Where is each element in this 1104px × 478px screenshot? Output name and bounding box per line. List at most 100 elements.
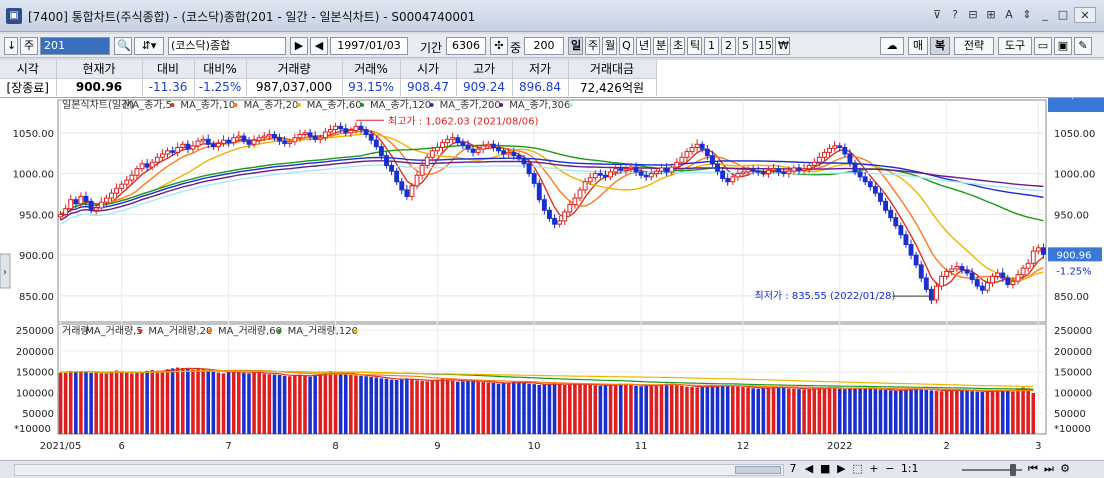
- candle-body: [236, 135, 242, 139]
- settings-icon[interactable]: ⚙: [1060, 462, 1070, 476]
- link-icon[interactable]: ✣: [490, 37, 508, 55]
- period-tab-9[interactable]: 2: [721, 37, 736, 55]
- volume-bar: [893, 390, 898, 434]
- stock-name-field[interactable]: (코스닥)종합: [168, 37, 286, 55]
- left-handle-icon: ›: [3, 267, 7, 278]
- volume-bar: [512, 381, 516, 434]
- close-button[interactable]: ✕: [1074, 7, 1096, 23]
- period-tab-3[interactable]: Q: [619, 37, 634, 55]
- resize-icon[interactable]: ⇕: [1020, 7, 1034, 23]
- volume-bar: [160, 371, 165, 434]
- folder-icon[interactable]: ▭: [1034, 37, 1052, 55]
- scrollbar-thumb[interactable]: [735, 466, 781, 474]
- volume-bar: [1016, 389, 1020, 434]
- period-tab-8[interactable]: 1: [704, 37, 719, 55]
- last-icon[interactable]: ⏭: [1044, 462, 1054, 476]
- candle-body: [149, 161, 155, 168]
- layout-icon[interactable]: ⊟: [966, 7, 980, 23]
- date-field[interactable]: 1997/01/03: [330, 37, 408, 55]
- compound-button[interactable]: 복: [930, 37, 950, 55]
- volume-bar: [1006, 390, 1010, 434]
- zoom-slider-knob[interactable]: [1010, 464, 1016, 476]
- maximize-button[interactable]: □: [1056, 7, 1070, 23]
- prev-icon[interactable]: ◀: [804, 462, 814, 475]
- period-tab-4[interactable]: 년: [636, 37, 651, 55]
- arrow-down-icon[interactable]: ↓: [4, 37, 18, 55]
- volume-bar: [680, 385, 684, 434]
- candle-body: [806, 164, 812, 170]
- play-icon[interactable]: ▶: [290, 37, 308, 55]
- period-tab-0[interactable]: 일: [568, 37, 583, 55]
- volume-bar: [481, 382, 486, 434]
- quote-value-0: [장종료]: [0, 78, 57, 96]
- volume-bar: [369, 377, 373, 434]
- next-icon[interactable]: ▶: [836, 462, 846, 475]
- buy-button[interactable]: 매: [908, 37, 928, 55]
- period-tab-2[interactable]: 월: [602, 37, 617, 55]
- cloud-icon[interactable]: ☁: [880, 37, 904, 55]
- period-field[interactable]: 6306: [446, 37, 486, 55]
- period-tab-12[interactable]: ₩: [775, 37, 790, 55]
- help-icon[interactable]: ?: [948, 7, 962, 23]
- sort-icon[interactable]: ⇵▾: [134, 37, 164, 55]
- font-icon[interactable]: A: [1002, 7, 1016, 23]
- seven-icon[interactable]: 7: [788, 462, 798, 475]
- wrench-icon[interactable]: ✎: [1074, 37, 1092, 55]
- tile-icon[interactable]: ⊞: [984, 7, 998, 23]
- candle-body: [699, 143, 705, 150]
- volume-bar: [242, 372, 246, 434]
- volume-legend-dot-1: [138, 329, 143, 333]
- quote-header-6: 시가: [400, 60, 457, 79]
- period-tab-6[interactable]: 초: [670, 37, 685, 55]
- volume-bar: [568, 384, 572, 434]
- candle-body: [597, 173, 603, 176]
- candle-body: [923, 277, 929, 290]
- volume-bar: [634, 385, 638, 434]
- zoom-out-icon[interactable]: −: [885, 462, 895, 475]
- volume-bar: [720, 384, 725, 434]
- candle-body: [984, 282, 990, 291]
- volume-bar: [715, 385, 720, 434]
- save-icon[interactable]: ▣: [1054, 37, 1072, 55]
- first-icon[interactable]: ⏮: [1028, 462, 1038, 476]
- period-tab-1[interactable]: 주: [585, 37, 600, 55]
- candle-body: [1030, 250, 1036, 264]
- back-icon[interactable]: ◀: [310, 37, 328, 55]
- period-tab-10[interactable]: 5: [738, 37, 753, 55]
- period-tab-7[interactable]: 틱: [687, 37, 702, 55]
- candle-body: [114, 187, 120, 194]
- price-chart[interactable]: ›850.00850.00900.00900.00950.00950.00100…: [0, 98, 1104, 460]
- period-tab-11[interactable]: 15: [755, 37, 773, 55]
- candle-body: [847, 153, 853, 164]
- candle-body: [944, 270, 950, 277]
- strategy-button[interactable]: 전략: [954, 37, 994, 55]
- price-tick-left: 1050.00: [13, 129, 54, 140]
- volume-bar: [226, 371, 231, 434]
- volume-bar: [405, 378, 409, 434]
- period-tab-5[interactable]: 분: [653, 37, 668, 55]
- unit-field[interactable]: 200: [524, 37, 564, 55]
- ratio-icon[interactable]: 1:1: [901, 462, 919, 475]
- volume-bar: [338, 373, 343, 434]
- volume-bar: [746, 387, 750, 434]
- candle-body: [302, 132, 308, 135]
- volume-bar: [705, 386, 710, 434]
- search-icon[interactable]: 🔍: [114, 37, 132, 55]
- volume-bar: [394, 380, 399, 434]
- zoom-in-icon[interactable]: +: [869, 462, 879, 475]
- candle-body: [704, 148, 710, 157]
- volume-bar: [934, 390, 939, 434]
- jump-button[interactable]: 주: [20, 37, 38, 55]
- candle-body: [1041, 247, 1046, 255]
- code-combo[interactable]: 201: [40, 37, 110, 55]
- candle-body: [450, 137, 456, 140]
- stop-icon[interactable]: ■: [820, 462, 830, 475]
- chart-svg[interactable]: ›850.00850.00900.00900.00950.00950.00100…: [0, 98, 1104, 460]
- pin-icon[interactable]: ⊽: [930, 7, 944, 23]
- zoom-region-icon[interactable]: ⬚: [852, 462, 862, 475]
- x-tick-label: 10: [528, 441, 541, 452]
- high-annotation: 최고가 : 1,062.03 (2021/08/06): [388, 115, 539, 127]
- tools-button[interactable]: 도구: [998, 37, 1032, 55]
- minimize-button[interactable]: _: [1038, 7, 1052, 23]
- horizontal-scrollbar[interactable]: [14, 464, 784, 476]
